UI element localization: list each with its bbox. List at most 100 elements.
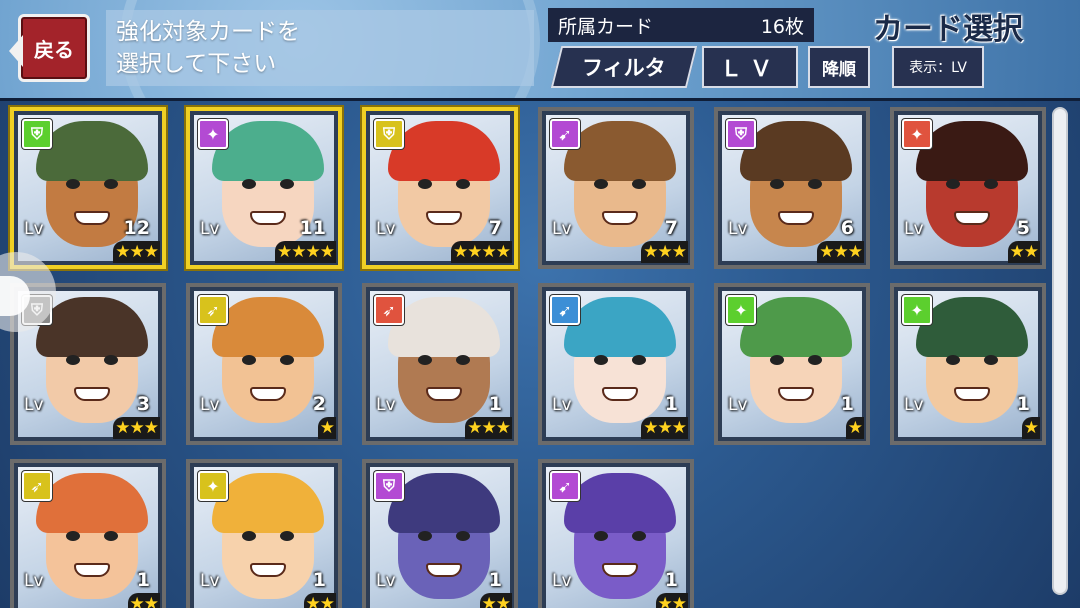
portrait-hair xyxy=(212,121,324,181)
rarity-stars: ★★ xyxy=(1007,241,1040,263)
portrait-mouth xyxy=(426,387,462,401)
owned-card-label: 所属カード xyxy=(558,15,654,38)
back-arrow-icon xyxy=(9,35,23,67)
character-card[interactable]: ✦ Lv 1 ★ xyxy=(714,283,870,445)
portrait-eye xyxy=(456,531,470,541)
portrait-eye xyxy=(808,179,822,189)
portrait-hair xyxy=(36,121,148,181)
instruction-line-2: 選択して下さい xyxy=(116,51,277,77)
character-card[interactable]: ✦ Lv 11 ★★★★ xyxy=(186,107,342,269)
portrait-mouth xyxy=(602,387,638,401)
level-value: 1 xyxy=(664,393,678,415)
mace-icon: ✦ xyxy=(902,295,932,325)
shield-icon: ⛨ xyxy=(726,119,756,149)
level-value: 1 xyxy=(488,569,502,591)
spear-icon: ➶ xyxy=(374,295,404,325)
level-value: 1 xyxy=(136,569,150,591)
portrait-hair xyxy=(212,473,324,533)
portrait-eye xyxy=(770,179,784,189)
level-value: 6 xyxy=(840,217,854,239)
bow-icon: ➹ xyxy=(550,471,580,501)
level-label: Lv xyxy=(552,219,572,239)
filter-button[interactable]: フィルタ xyxy=(550,46,698,88)
portrait-mouth xyxy=(426,211,462,225)
portrait-eye xyxy=(594,355,608,365)
sort-order-button[interactable]: 降順 xyxy=(808,46,870,88)
shield-icon: ⛨ xyxy=(374,471,404,501)
portrait-eye xyxy=(280,531,294,541)
character-card[interactable]: ✦ Lv 5 ★★ xyxy=(890,107,1046,269)
spear-icon: ➶ xyxy=(22,471,52,501)
portrait-mouth xyxy=(250,211,286,225)
character-card[interactable]: ⛨ Lv 6 ★★★ xyxy=(714,107,870,269)
portrait-hair xyxy=(740,297,852,357)
portrait-mouth xyxy=(74,387,110,401)
rarity-stars: ★ xyxy=(845,417,864,439)
portrait-mouth xyxy=(426,563,462,577)
rarity-stars: ★★ xyxy=(655,593,688,608)
portrait-mouth xyxy=(602,563,638,577)
character-card[interactable]: ✦ Lv 1 ★★ xyxy=(186,459,342,608)
portrait-hair xyxy=(388,121,500,181)
level-label: Lv xyxy=(24,395,44,415)
portrait-eye xyxy=(242,531,256,541)
rarity-stars: ★ xyxy=(317,417,336,439)
display-mode-button[interactable]: 表示：LV xyxy=(892,46,984,88)
character-card[interactable]: ⛨ Lv 1 ★★ xyxy=(362,459,518,608)
character-card[interactable]: ➹ Lv 1 ★★ xyxy=(538,459,694,608)
level-label: Lv xyxy=(552,395,572,415)
card-grid: ⛨ Lv 12 ★★★ ✦ Lv 11 ★★★★ ⛨ Lv 7 ★★★★ ➹ Lv 7 ★★★ ⛨ Lv 6 ★★★ ✦… xyxy=(0,98,1080,608)
sort-key-button[interactable]: ＬＶ xyxy=(702,46,798,88)
rarity-stars: ★★ xyxy=(303,593,336,608)
character-card[interactable]: ➶ Lv 1 ★★★ xyxy=(362,283,518,445)
portrait-eye xyxy=(418,531,432,541)
rarity-stars: ★ xyxy=(1021,417,1040,439)
portrait-hair xyxy=(564,297,676,357)
character-card[interactable]: ⛨ Lv 7 ★★★★ xyxy=(362,107,518,269)
level-label: Lv xyxy=(200,571,220,591)
owned-card-count: 所属カード 16枚 xyxy=(548,8,814,42)
spear-icon: ➶ xyxy=(198,295,228,325)
portrait-eye xyxy=(242,179,256,189)
level-label: Lv xyxy=(552,571,572,591)
portrait-mouth xyxy=(74,563,110,577)
level-label: Lv xyxy=(728,219,748,239)
portrait-mouth xyxy=(778,387,814,401)
level-value: 11 xyxy=(299,217,326,239)
portrait-eye xyxy=(770,355,784,365)
rarity-stars: ★★★ xyxy=(817,241,864,263)
portrait-hair xyxy=(388,297,500,357)
portrait-eye xyxy=(946,355,960,365)
level-label: Lv xyxy=(904,395,924,415)
character-card[interactable]: ⛨ Lv 12 ★★★ xyxy=(10,107,166,269)
portrait-eye xyxy=(242,355,256,365)
portrait-eye xyxy=(66,355,80,365)
scrollbar-thumb[interactable] xyxy=(1054,109,1066,593)
bow-icon: ➹ xyxy=(550,295,580,325)
level-label: Lv xyxy=(200,395,220,415)
back-button-label: 戻る xyxy=(34,37,74,62)
level-label: Lv xyxy=(200,219,220,239)
mace-icon: ✦ xyxy=(902,119,932,149)
shield-icon: ⛨ xyxy=(374,119,404,149)
level-value: 7 xyxy=(664,217,678,239)
back-button[interactable]: 戻る xyxy=(9,14,90,82)
character-card[interactable]: ✦ Lv 1 ★ xyxy=(890,283,1046,445)
level-value: 5 xyxy=(1016,217,1030,239)
level-value: 7 xyxy=(488,217,502,239)
level-label: Lv xyxy=(24,571,44,591)
rarity-stars: ★★★★ xyxy=(451,241,512,263)
portrait-hair xyxy=(916,297,1028,357)
instruction-panel: 強化対象カードを 選択して下さい xyxy=(106,10,534,86)
level-label: Lv xyxy=(24,219,44,239)
portrait-eye xyxy=(104,531,118,541)
character-card[interactable]: ➹ Lv 7 ★★★ xyxy=(538,107,694,269)
portrait-mouth xyxy=(602,211,638,225)
rarity-stars: ★★★ xyxy=(465,417,512,439)
character-card[interactable]: ➶ Lv 1 ★★ xyxy=(10,459,166,608)
portrait-eye xyxy=(808,355,822,365)
portrait-eye xyxy=(456,179,470,189)
character-card[interactable]: ➹ Lv 1 ★★★ xyxy=(538,283,694,445)
character-card[interactable]: ➶ Lv 2 ★ xyxy=(186,283,342,445)
portrait-eye xyxy=(456,355,470,365)
